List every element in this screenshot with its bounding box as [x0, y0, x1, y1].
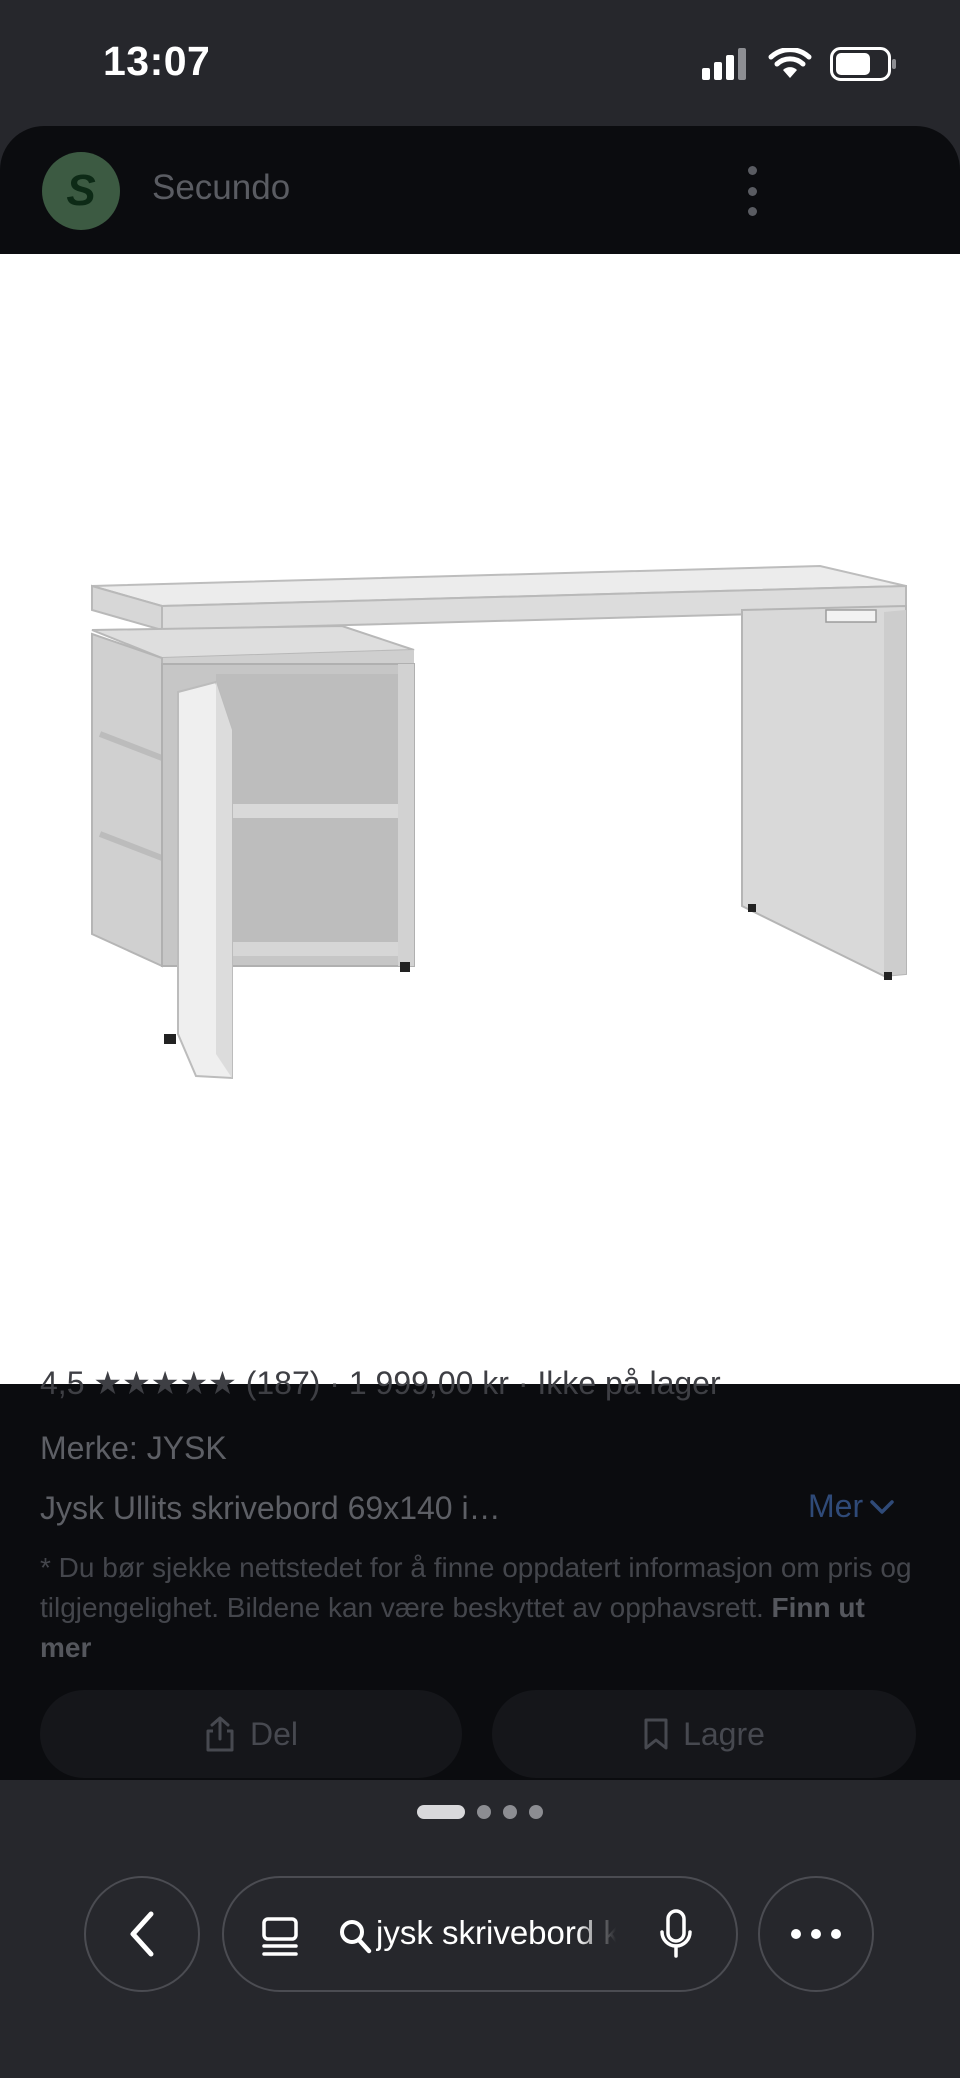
- tabs-icon[interactable]: [260, 1916, 300, 1958]
- wifi-icon: [768, 48, 812, 78]
- search-icon: [340, 1920, 372, 1954]
- sheet-header: S Secundo: [0, 126, 960, 254]
- more-button[interactable]: Mer: [808, 1488, 895, 1525]
- address-bar[interactable]: jysk skrivebord k: [222, 1876, 738, 1992]
- site-logo[interactable]: S: [42, 152, 120, 230]
- address-text[interactable]: jysk skrivebord k: [376, 1914, 616, 1952]
- status-time: 13:07: [103, 38, 211, 84]
- site-logo-letter: S: [66, 166, 96, 215]
- page-dot[interactable]: [503, 1805, 517, 1819]
- desk-illustration: [91, 564, 907, 1080]
- status-bar: 13:07: [0, 0, 960, 126]
- ellipsis-icon: [791, 1929, 841, 1939]
- chevron-down-icon: [870, 1499, 894, 1514]
- chevron-left-icon: [130, 1911, 154, 1957]
- product-title[interactable]: Jysk Ullits skrivebord 69x140 i…: [40, 1490, 501, 1527]
- disclaimer: * Du bør sjekke nettstedet for å finne o…: [40, 1548, 920, 1668]
- more-label: Mer: [808, 1488, 864, 1524]
- more-options-button[interactable]: [758, 1876, 874, 1992]
- share-label: Del: [249, 1715, 298, 1752]
- page-dot-active[interactable]: [417, 1805, 465, 1819]
- result-sheet: S Secundo 4,5 ★★★★★ (187) · 1 999,00 kr …: [0, 126, 960, 1780]
- save-label: Lagre: [683, 1715, 765, 1752]
- mic-icon[interactable]: [658, 1908, 694, 1960]
- product-brand: Merke: JYSK: [40, 1430, 227, 1466]
- page-dot[interactable]: [529, 1805, 543, 1819]
- save-button[interactable]: Lagre: [492, 1690, 916, 1778]
- status-icons: [702, 44, 898, 84]
- share-icon: [206, 1716, 234, 1752]
- site-name[interactable]: Secundo: [152, 168, 290, 208]
- page-indicator[interactable]: [0, 1805, 960, 1819]
- product-image[interactable]: [0, 254, 960, 1384]
- rating-price-row: 4,5 ★★★★★ (187) · 1 999,00 kr · Ikke på …: [40, 1365, 721, 1401]
- bookmark-icon: [644, 1718, 668, 1750]
- battery-icon: [830, 47, 896, 81]
- share-button[interactable]: Del: [40, 1690, 462, 1778]
- back-button[interactable]: [84, 1876, 200, 1992]
- kebab-menu-icon[interactable]: [738, 166, 766, 216]
- signal-icon: [702, 48, 746, 80]
- page-dot[interactable]: [477, 1805, 491, 1819]
